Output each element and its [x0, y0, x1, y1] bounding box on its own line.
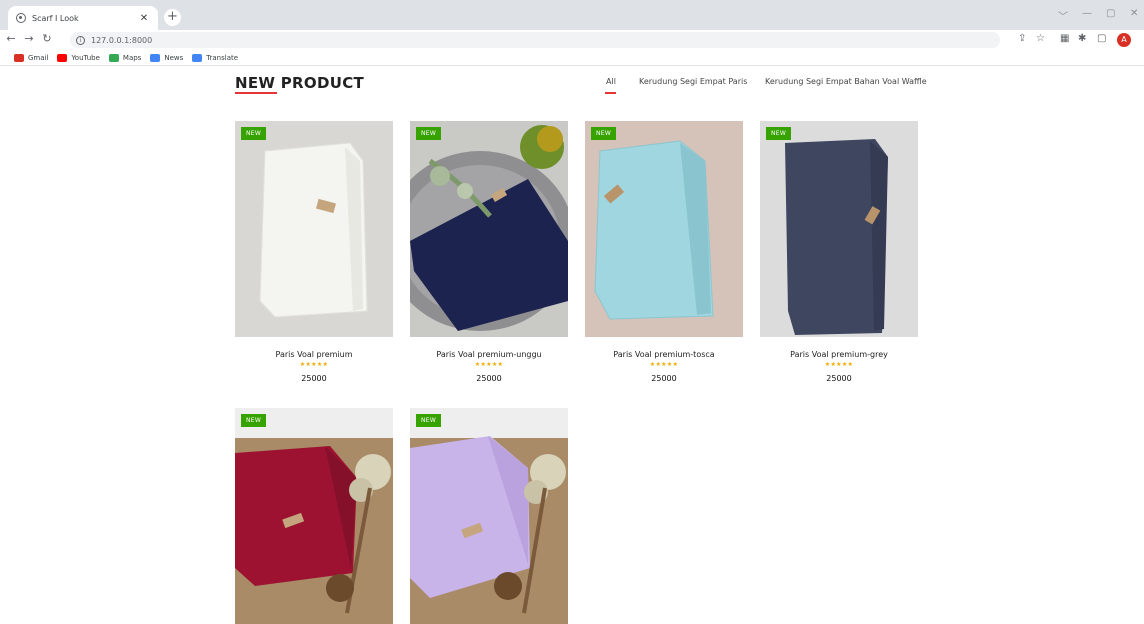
youtube-icon	[57, 53, 68, 62]
product-price: 25000	[476, 374, 502, 383]
bookmark-translate[interactable]: Translate	[192, 53, 239, 62]
bookmark-gmail[interactable]: Gmail	[14, 53, 49, 62]
section-title: NEW PRODUCT	[235, 74, 365, 92]
share-icon[interactable]: ⇪	[1018, 33, 1026, 44]
scarf-illustration	[760, 121, 918, 337]
reload-icon[interactable]: ↻	[40, 32, 54, 45]
close-window-icon[interactable]: ✕	[1130, 8, 1138, 19]
rating-stars-icon: ★★★★★	[474, 361, 504, 368]
gmail-icon	[14, 53, 24, 62]
filter-voal-waffle[interactable]: Kerudung Segi Empat Bahan Voal Waffle	[765, 77, 927, 86]
browser-tab[interactable]: Scarf I Look ✕	[8, 6, 158, 30]
back-icon[interactable]: ←	[4, 32, 18, 45]
tab-title: Scarf I Look	[32, 13, 79, 23]
news-icon	[150, 53, 161, 62]
product-image[interactable]: NEW	[410, 408, 568, 624]
bookmark-label: YouTube	[71, 53, 100, 62]
title-underline	[235, 92, 277, 94]
bookmark-news[interactable]: News	[150, 53, 184, 62]
new-badge: NEW	[241, 414, 267, 427]
product-price: 25000	[826, 374, 852, 383]
active-filter-underline	[605, 92, 616, 94]
filter-segi-empat-paris[interactable]: Kerudung Segi Empat Paris	[639, 77, 747, 86]
new-badge: NEW	[766, 127, 792, 140]
maximize-icon[interactable]: ▢	[1106, 8, 1115, 19]
product-name[interactable]: Paris Voal premium	[215, 350, 413, 359]
bookmark-label: Translate	[206, 53, 239, 62]
forward-icon[interactable]: →	[22, 32, 36, 45]
product-image[interactable]: NEW	[235, 408, 393, 624]
bookmark-label: Maps	[122, 53, 142, 62]
extension-icon[interactable]: ▦	[1060, 33, 1069, 44]
product-name[interactable]: Paris Voal premium-unggu	[390, 350, 588, 359]
new-badge: NEW	[416, 414, 442, 427]
bookmark-maps[interactable]: Maps	[108, 53, 142, 62]
new-badge: NEW	[241, 127, 267, 140]
product-price: 25000	[301, 374, 327, 383]
scarf-illustration	[235, 121, 393, 337]
product-name[interactable]: Paris Voal premium-tosca	[565, 350, 763, 359]
bookmark-label: Gmail	[28, 53, 49, 62]
new-badge: NEW	[416, 127, 442, 140]
tab-search-icon[interactable]: ﹀	[1058, 8, 1068, 23]
filter-all[interactable]: All	[606, 77, 616, 86]
new-tab-button[interactable]: +	[164, 9, 181, 26]
scarf-illustration	[410, 408, 568, 624]
product-image[interactable]: NEW	[585, 121, 743, 337]
maps-icon	[108, 53, 119, 62]
translate-icon	[192, 53, 203, 62]
scarf-illustration	[585, 121, 743, 337]
globe-icon	[16, 13, 26, 23]
bookmark-star-icon[interactable]: ☆	[1036, 33, 1045, 44]
minimize-icon[interactable]: —	[1082, 8, 1092, 19]
site-info-icon[interactable]: i	[76, 35, 85, 45]
product-price: 25000	[651, 374, 677, 383]
product-image[interactable]: NEW	[410, 121, 568, 337]
browser-toolbar: ← → ↻ i 127.0.0.1:8000 ⇪ ☆ ▦ ✱ ▢	[0, 30, 1144, 50]
bookmarks-bar: Gmail YouTube Maps News Translate	[0, 50, 1144, 66]
side-panel-icon[interactable]: ▢	[1097, 33, 1106, 44]
bookmark-youtube[interactable]: YouTube	[57, 53, 100, 62]
profile-avatar[interactable]: A	[1117, 33, 1131, 47]
rating-stars-icon: ★★★★★	[299, 361, 329, 368]
product-image[interactable]: NEW	[235, 121, 393, 337]
browser-tab-strip: Scarf I Look ✕ + ﹀ — ▢ ✕	[0, 0, 1144, 30]
scarf-illustration	[410, 121, 568, 337]
address-bar[interactable]: i 127.0.0.1:8000	[70, 32, 1000, 48]
rating-stars-icon: ★★★★★	[824, 361, 854, 368]
rating-stars-icon: ★★★★★	[649, 361, 679, 368]
bookmark-label: News	[164, 53, 184, 62]
close-tab-icon[interactable]: ✕	[138, 13, 150, 24]
new-badge: NEW	[591, 127, 617, 140]
url-text: 127.0.0.1:8000	[91, 35, 153, 45]
puzzle-icon[interactable]: ✱	[1078, 33, 1086, 44]
product-name[interactable]: Paris Voal premium-grey	[740, 350, 938, 359]
scarf-illustration	[235, 408, 393, 624]
product-image[interactable]: NEW	[760, 121, 918, 337]
